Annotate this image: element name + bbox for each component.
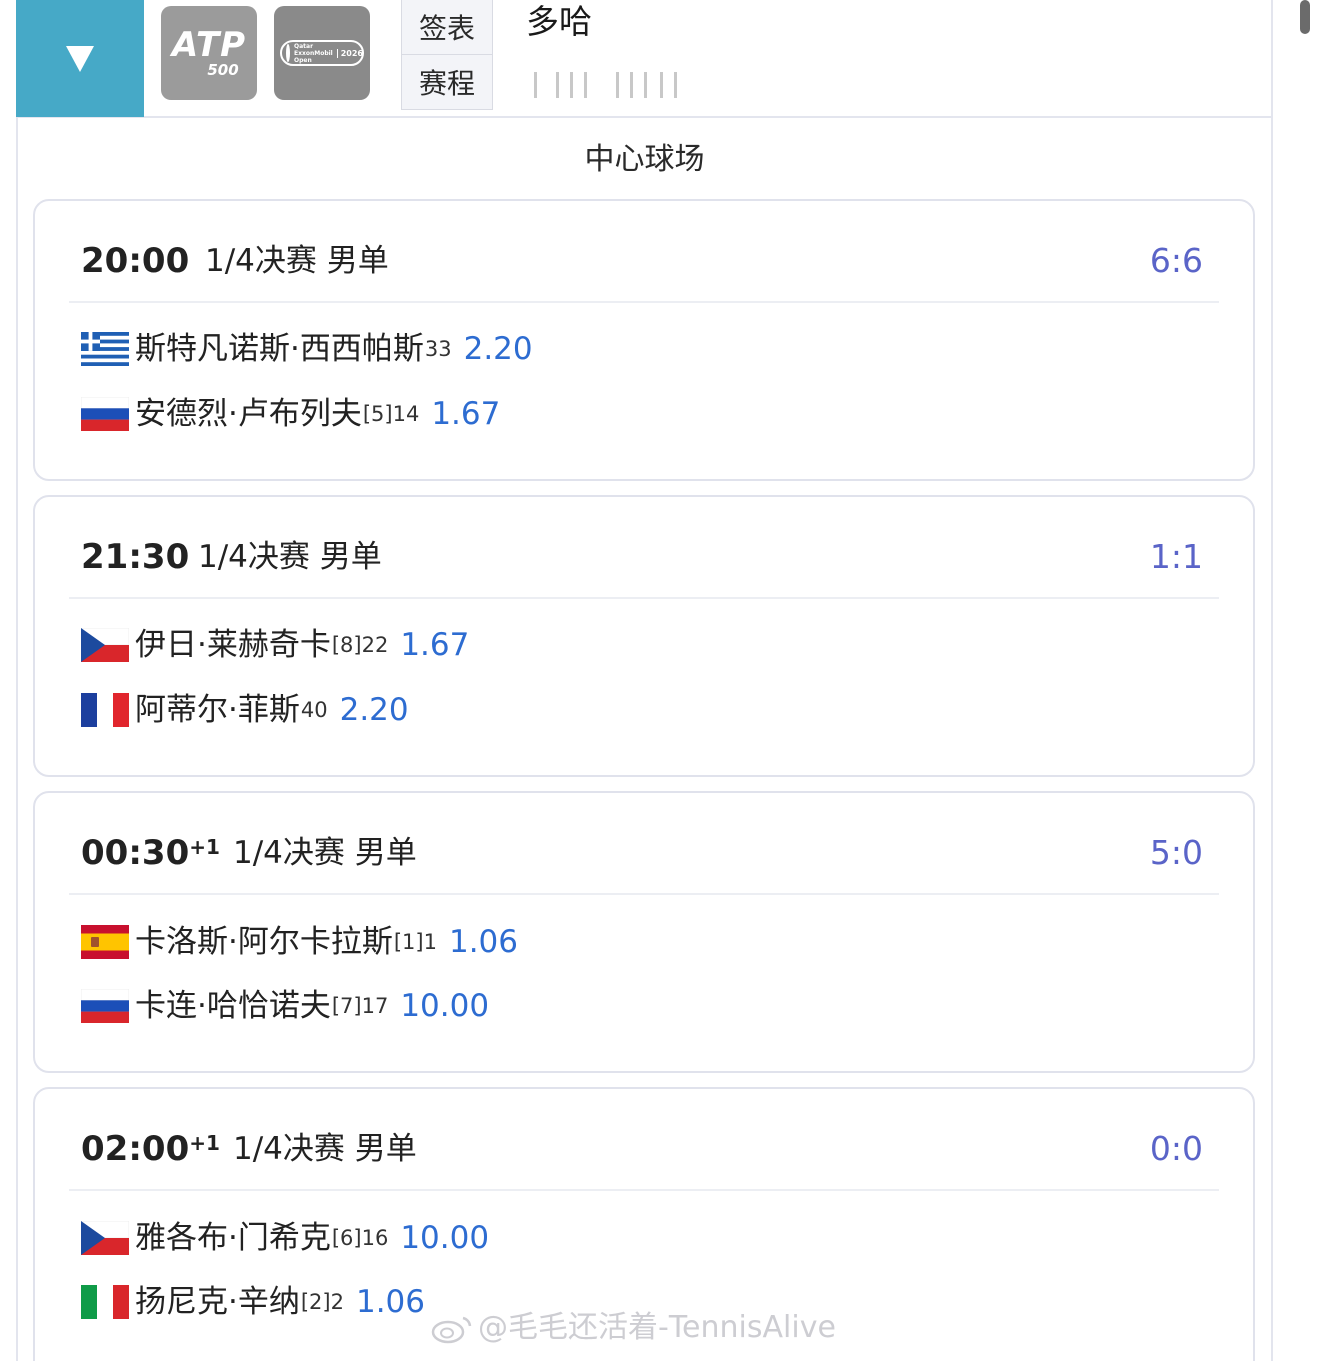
view-tabs: 签表 赛程 bbox=[401, 0, 493, 110]
player-seed: [1]1 bbox=[393, 930, 437, 954]
tab-draw[interactable]: 签表 bbox=[402, 0, 492, 54]
match-header: 20:00 1/4决赛 男单 6:6 bbox=[35, 201, 1253, 301]
player-seed: [7]17 bbox=[331, 994, 389, 1018]
match-score: 6:6 bbox=[1149, 241, 1203, 280]
weibo-icon bbox=[431, 1316, 472, 1343]
player-seed: [2]2 bbox=[300, 1290, 344, 1314]
player-odds[interactable]: 2.20 bbox=[464, 327, 533, 371]
player-row[interactable]: 雅各布·门希克 [6]16 10.00 bbox=[81, 1216, 489, 1260]
player-seed: [5]14 bbox=[362, 402, 420, 426]
match-score: 1:1 bbox=[1149, 537, 1203, 576]
divider bbox=[69, 301, 1219, 303]
player-name: 扬尼克·辛纳 bbox=[135, 1284, 300, 1320]
match-time: 21:30 bbox=[81, 537, 190, 577]
watermark-text: @毛毛还活着-TennisAlive bbox=[478, 1310, 836, 1345]
player-odds[interactable]: 10.00 bbox=[400, 984, 489, 1028]
russia-flag-icon bbox=[81, 397, 129, 431]
player-name: 卡洛斯·阿尔卡拉斯 bbox=[135, 924, 393, 960]
qatar-open-badge: Qatar ExxonMobil Open 2026 bbox=[280, 40, 364, 66]
match-score: 0:0 bbox=[1149, 1129, 1203, 1168]
divider bbox=[69, 893, 1219, 895]
france-flag-icon bbox=[81, 693, 129, 727]
player-row[interactable]: 扬尼克·辛纳 [2]2 1.06 bbox=[81, 1280, 425, 1324]
header: ATP 500 Qatar ExxonMobil Open 2026 签表 赛程… bbox=[16, 0, 1273, 118]
player-name: 卡连·哈恰诺夫 bbox=[135, 988, 331, 1024]
qatar-open-logo[interactable]: Qatar ExxonMobil Open 2026 bbox=[274, 6, 370, 100]
player-odds[interactable]: 2.20 bbox=[340, 688, 409, 732]
atp-500-logo[interactable]: ATP 500 bbox=[161, 6, 257, 100]
watermark: @毛毛还活着-TennisAlive bbox=[430, 1306, 836, 1350]
player-seed: 40 bbox=[300, 698, 328, 722]
italy-flag-icon bbox=[81, 1285, 129, 1319]
russia-flag-icon bbox=[81, 989, 129, 1023]
match-score: 5:0 bbox=[1149, 833, 1203, 872]
czech-flag-icon bbox=[81, 1221, 129, 1255]
qatar-emblem-icon bbox=[286, 44, 290, 62]
player-row[interactable]: 伊日·莱赫奇卡 [8]22 1.67 bbox=[81, 623, 469, 667]
scrollbar-thumb[interactable] bbox=[1300, 0, 1310, 34]
player-row[interactable]: 卡连·哈恰诺夫 [7]17 10.00 bbox=[81, 984, 489, 1028]
czech-flag-icon bbox=[81, 628, 129, 662]
match-header: 21:30 1/4决赛 男单 1:1 bbox=[35, 497, 1253, 597]
player-name: 安德烈·卢布列夫 bbox=[135, 396, 362, 432]
player-row[interactable]: 阿蒂尔·菲斯 40 2.20 bbox=[81, 688, 409, 732]
match-time: 02:00+1 bbox=[81, 1129, 220, 1169]
court-title: 中心球场 bbox=[584, 142, 705, 177]
match-round: 1/4决赛 男单 bbox=[233, 1131, 417, 1167]
player-row[interactable]: 斯特凡诺斯·西西帕斯 33 2.20 bbox=[81, 327, 533, 371]
player-row[interactable]: 安德烈·卢布列夫 [5]14 1.67 bbox=[81, 392, 500, 436]
greece-flag-icon bbox=[81, 332, 129, 366]
player-seed: [6]16 bbox=[331, 1226, 389, 1250]
match-time: 20:00 bbox=[81, 241, 190, 281]
spain-flag-icon bbox=[81, 925, 129, 959]
blurred-subtitle bbox=[526, 72, 677, 98]
tab-schedule[interactable]: 赛程 bbox=[402, 54, 492, 108]
player-name: 雅各布·门希克 bbox=[135, 1220, 331, 1256]
tournament-city: 多哈 bbox=[526, 2, 592, 41]
player-seed: [8]22 bbox=[331, 633, 389, 657]
match-header: 00:30+1 1/4决赛 男单 5:0 bbox=[35, 793, 1253, 893]
divider bbox=[69, 1189, 1219, 1191]
match-round: 1/4决赛 男单 bbox=[233, 835, 417, 871]
menu-toggle-button[interactable] bbox=[16, 0, 144, 117]
player-odds[interactable]: 1.06 bbox=[449, 920, 518, 964]
match-card[interactable]: 00:30+1 1/4决赛 男单 5:0 卡洛斯·阿尔卡拉斯 [1]1 1.06… bbox=[33, 791, 1255, 1073]
player-seed: 33 bbox=[424, 337, 452, 361]
player-row[interactable]: 卡洛斯·阿尔卡拉斯 [1]1 1.06 bbox=[81, 920, 518, 964]
match-card[interactable]: 21:30 1/4决赛 男单 1:1 伊日·莱赫奇卡 [8]22 1.67 阿蒂… bbox=[33, 495, 1255, 777]
match-time: 00:30+1 bbox=[81, 833, 220, 873]
player-name: 伊日·莱赫奇卡 bbox=[135, 627, 331, 663]
match-round: 1/4决赛 男单 bbox=[198, 539, 382, 575]
qatar-logo-year: 2026 bbox=[336, 48, 363, 58]
qatar-logo-text: Qatar ExxonMobil Open bbox=[294, 42, 333, 64]
player-name: 阿蒂尔·菲斯 bbox=[135, 692, 300, 728]
divider bbox=[69, 597, 1219, 599]
match-card[interactable]: 20:00 1/4决赛 男单 6:6 斯特凡诺斯·西西帕斯 33 2.20 安德… bbox=[33, 199, 1255, 481]
player-odds[interactable]: 1.67 bbox=[400, 623, 469, 667]
triangle-down-icon bbox=[66, 45, 94, 72]
player-odds[interactable]: 10.00 bbox=[400, 1216, 489, 1260]
atp-logo-text: ATP bbox=[171, 25, 247, 65]
player-name: 斯特凡诺斯·西西帕斯 bbox=[135, 331, 424, 367]
match-round: 1/4决赛 男单 bbox=[205, 243, 389, 279]
player-odds[interactable]: 1.06 bbox=[356, 1280, 425, 1324]
player-odds[interactable]: 1.67 bbox=[431, 392, 500, 436]
atp-logo-level: 500 bbox=[207, 61, 239, 79]
match-header: 02:00+1 1/4决赛 男单 0:0 bbox=[35, 1089, 1253, 1189]
